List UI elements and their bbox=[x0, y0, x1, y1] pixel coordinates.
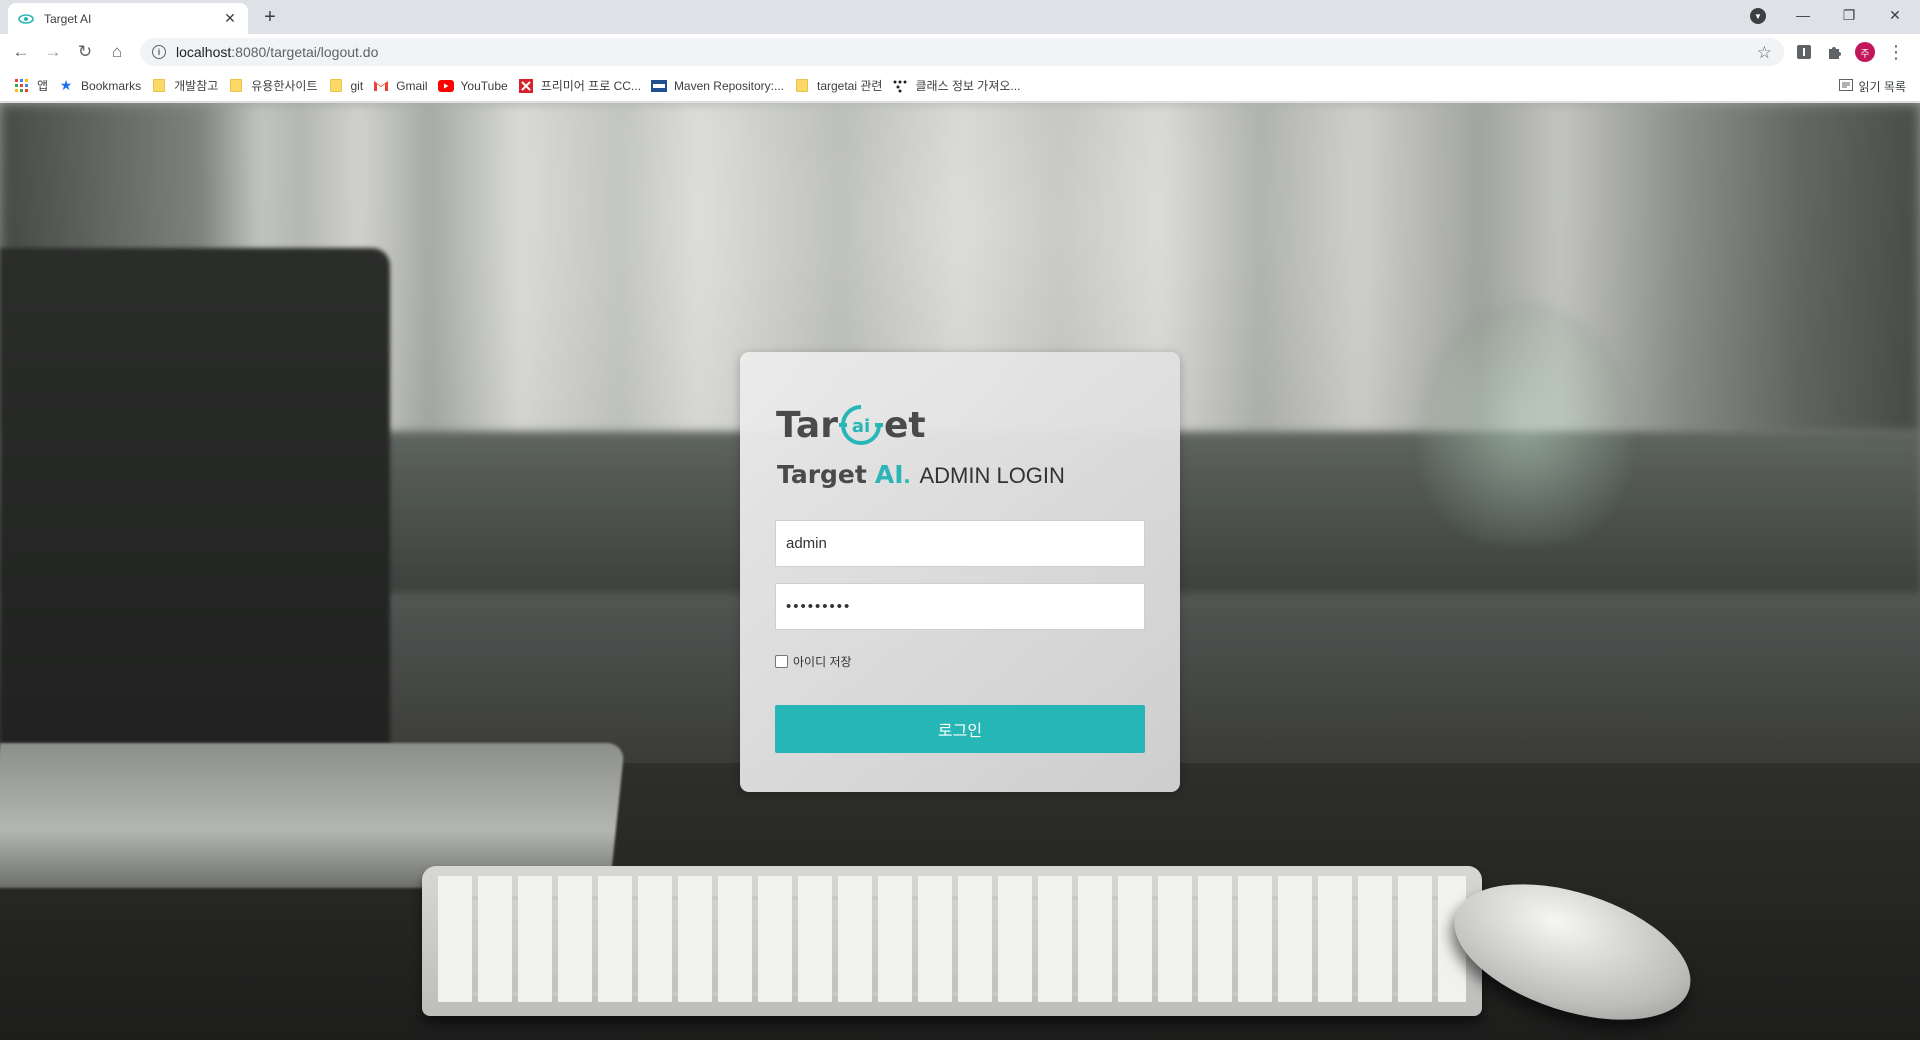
logo-text-right: et bbox=[883, 404, 926, 446]
bookmark-maven[interactable]: Maven Repository:... bbox=[649, 73, 792, 99]
bookmark-youtube[interactable]: YouTube bbox=[436, 73, 516, 99]
tab-search-icon[interactable]: ▼ bbox=[1750, 8, 1766, 24]
remember-id-label: 아이디 저장 bbox=[793, 655, 852, 669]
heading-dot: . bbox=[903, 461, 911, 489]
dots-icon bbox=[892, 78, 908, 94]
bookmark-label: git bbox=[350, 78, 364, 93]
folder-icon bbox=[228, 78, 244, 94]
bookmark-gmail[interactable]: Gmail bbox=[371, 73, 435, 99]
background-glass bbox=[1420, 303, 1630, 543]
back-button[interactable]: ← bbox=[8, 39, 34, 65]
folder-icon bbox=[328, 78, 344, 94]
dx-icon bbox=[518, 78, 534, 94]
bookmark-label: 클래스 정보 가져오... bbox=[915, 79, 1021, 93]
bookmark-premiere[interactable]: 프리미어 프로 CC... bbox=[516, 73, 649, 99]
target-ai-logo: Tar ai et bbox=[776, 403, 926, 447]
maven-icon bbox=[650, 78, 667, 94]
bookmark-bookmarks[interactable]: ★ Bookmarks bbox=[56, 73, 149, 99]
folder-icon bbox=[794, 78, 810, 94]
forward-button[interactable]: → bbox=[40, 39, 66, 65]
bookmark-folder-dev-ref[interactable]: 개발참고 bbox=[149, 73, 226, 99]
login-card: Tar ai et Target AI. ADMIN LOGIN 아이디 저장 … bbox=[740, 352, 1180, 792]
bookmark-apps[interactable]: 앱 bbox=[12, 73, 56, 99]
reading-list-button[interactable]: 읽기 목록 bbox=[1838, 73, 1907, 99]
remember-id-checkbox[interactable] bbox=[775, 655, 788, 668]
reload-button[interactable]: ↻ bbox=[72, 39, 98, 65]
url-path: :8080/targetai/logout.do bbox=[231, 44, 379, 60]
gmail-icon bbox=[373, 78, 389, 94]
star-icon: ★ bbox=[59, 77, 73, 93]
bookmark-label: 앱 bbox=[37, 79, 49, 93]
admin-id-input[interactable] bbox=[775, 520, 1145, 567]
restore-button[interactable]: ❐ bbox=[1826, 0, 1872, 30]
browser-tab[interactable]: Target AI ✕ bbox=[8, 3, 248, 34]
bookmarks-bar: 앱 ★ Bookmarks 개발참고 유용한사이트 git Gmail YouT… bbox=[0, 70, 1920, 102]
youtube-icon bbox=[437, 78, 454, 94]
site-info-icon[interactable]: i bbox=[152, 45, 166, 59]
home-button[interactable]: ⌂ bbox=[104, 39, 130, 65]
minimize-button[interactable]: — bbox=[1780, 0, 1826, 30]
login-page: Tar ai et Target AI. ADMIN LOGIN 아이디 저장 … bbox=[0, 103, 1920, 1040]
bookmark-label: targetai 관련 bbox=[816, 79, 883, 93]
bookmark-label: YouTube bbox=[460, 78, 508, 93]
heading-admin-login: ADMIN LOGIN bbox=[919, 463, 1065, 488]
folder-icon bbox=[151, 78, 167, 94]
background-keyboard bbox=[422, 866, 1482, 1016]
apps-grid-icon bbox=[14, 78, 30, 94]
logo-ai-letters: ai bbox=[852, 416, 870, 437]
address-bar[interactable]: i localhost:8080/targetai/logout.do ☆ bbox=[140, 38, 1784, 66]
bookmark-label: 프리미어 프로 CC... bbox=[540, 79, 641, 93]
login-button[interactable]: 로그인 bbox=[775, 705, 1145, 753]
close-window-button[interactable]: ✕ bbox=[1872, 0, 1918, 30]
bookmark-label: Maven Repository:... bbox=[673, 78, 784, 93]
profile-initial: 주 bbox=[1855, 42, 1875, 62]
login-heading: Target AI. ADMIN LOGIN bbox=[777, 460, 1065, 490]
logo-text-left: Tar bbox=[776, 404, 838, 446]
bookmark-folder-targetai[interactable]: targetai 관련 bbox=[792, 73, 890, 99]
bookmark-star-icon[interactable]: ☆ bbox=[1757, 43, 1772, 63]
url-host: localhost bbox=[176, 44, 232, 60]
browser-toolbar: ← → ↻ ⌂ i localhost:8080/targetai/logout… bbox=[0, 34, 1920, 70]
bookmark-folder-git[interactable]: git bbox=[326, 73, 372, 99]
bookmark-label: Bookmarks bbox=[81, 78, 142, 93]
profile-avatar[interactable]: 주 bbox=[1855, 42, 1875, 62]
bookmark-label: 유용한사이트 bbox=[251, 79, 318, 93]
tab-title: Target AI bbox=[44, 11, 92, 26]
new-tab-button[interactable]: + bbox=[258, 5, 282, 29]
browser-menu-icon[interactable]: ⋮ bbox=[1886, 42, 1906, 62]
heading-brand: Target bbox=[777, 460, 867, 489]
bookmark-label: Gmail bbox=[396, 78, 428, 93]
tab-strip: Target AI ✕ + ▼ — ❐ ✕ bbox=[0, 0, 1920, 34]
tab-close-icon[interactable]: ✕ bbox=[222, 10, 238, 27]
target-ai-favicon-icon bbox=[18, 11, 34, 27]
bookmark-label: 개발참고 bbox=[174, 79, 219, 93]
extension-icon[interactable] bbox=[1794, 42, 1814, 62]
bookmark-class-info[interactable]: 클래스 정보 가져오... bbox=[890, 73, 1028, 99]
background-laptop bbox=[0, 248, 390, 828]
bookmark-folder-useful-sites[interactable]: 유용한사이트 bbox=[226, 73, 325, 99]
heading-ai: AI bbox=[874, 460, 904, 489]
reading-list-icon bbox=[1838, 78, 1853, 94]
reading-list-label: 읽기 목록 bbox=[1858, 79, 1907, 94]
remember-id[interactable]: 아이디 저장 bbox=[775, 653, 852, 670]
extensions-puzzle-icon[interactable] bbox=[1824, 42, 1844, 62]
logo-ai-mark: ai bbox=[838, 405, 883, 445]
password-input[interactable] bbox=[775, 583, 1145, 630]
